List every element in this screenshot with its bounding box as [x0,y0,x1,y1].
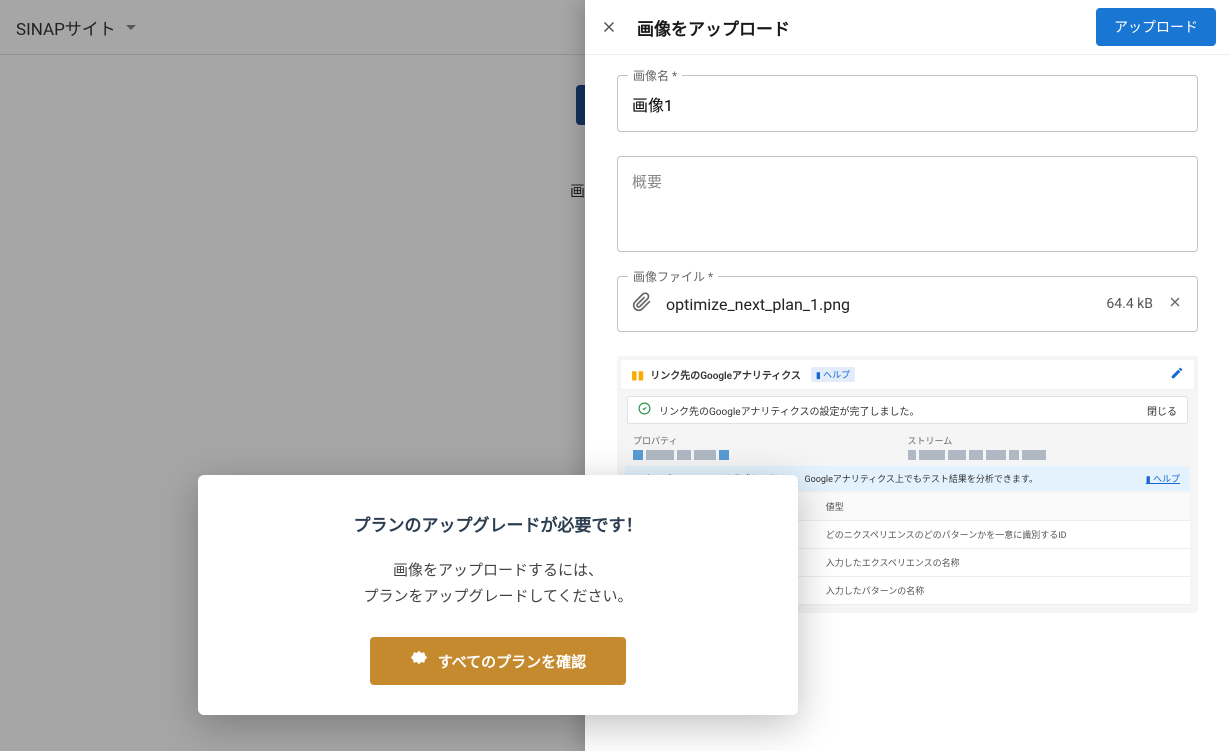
table-header: 値型 [826,500,1180,513]
modal-title: プランのアップグレードが必要です！ [228,511,768,536]
check-icon [638,402,651,418]
close-banner[interactable]: 閉じる [1147,403,1177,418]
file-size: 64.4 kB [1106,296,1153,312]
analytics-icon: ▮▮ [631,368,644,382]
file-name: optimize_next_plan_1.png [666,295,1092,314]
help-badge[interactable]: ▮ ヘルプ [811,367,855,382]
drawer-title: 画像をアップロード [637,15,1078,40]
stream-label: ストリーム [908,434,1183,447]
view-plans-button[interactable]: すべてのプランを確認 [370,637,626,685]
upload-button[interactable]: アップロード [1096,8,1216,46]
summary-input[interactable] [618,157,1197,247]
attachment-icon [632,291,652,317]
image-name-label: 画像名 * [628,67,682,84]
close-icon[interactable] [599,17,619,37]
image-name-input[interactable] [618,76,1197,131]
property-value-redacted [633,450,908,460]
success-message: リンク先のGoogleアナリティクスの設定が完了しました。 [659,403,919,418]
image-file-label: 画像ファイル * [628,268,718,285]
property-label: プロパティ [633,434,908,447]
preview-title: リンク先のGoogleアナリティクス [650,367,801,382]
upgrade-modal: プランのアップグレードが必要です！ 画像をアップロードするには、 プランをアップ… [198,475,798,715]
verified-icon [410,650,428,672]
edit-icon[interactable] [1170,366,1184,383]
modal-message: 画像をアップロードするには、 プランをアップグレードしてください。 [228,558,768,609]
help-link[interactable]: ▮ ヘルプ [1146,472,1180,485]
remove-file-icon[interactable] [1167,294,1183,314]
stream-value-redacted [908,450,1183,460]
